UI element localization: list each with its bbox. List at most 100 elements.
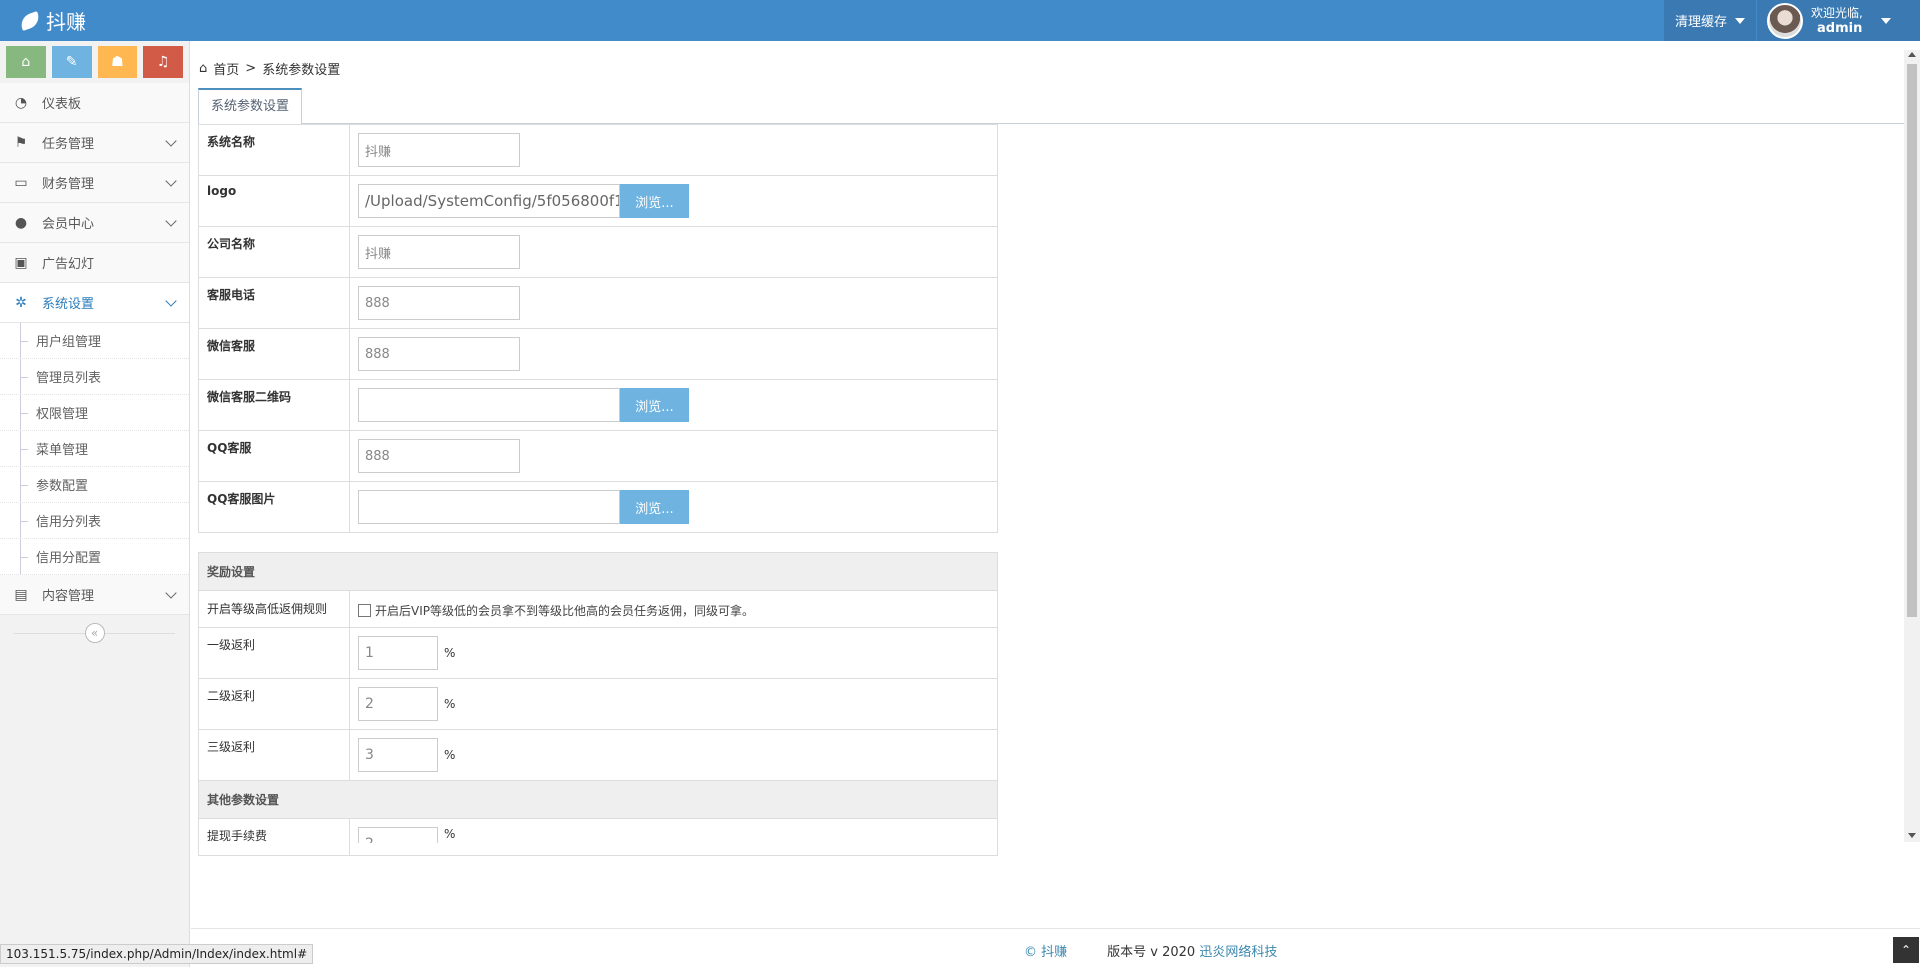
percent-unit: %: [444, 646, 456, 660]
double-chevron-up-icon: ⌃: [1900, 943, 1912, 957]
qq-service-input[interactable]: 888: [358, 439, 520, 473]
scroll-up-icon[interactable]: [1908, 52, 1916, 57]
footer-company-link[interactable]: 迅炎网络科技: [1199, 945, 1277, 960]
rebate-rule-checkbox[interactable]: [358, 604, 371, 617]
collapse-sidebar-button[interactable]: «: [84, 623, 105, 643]
form-row: QQ客服图片 浏览...: [198, 481, 998, 533]
shortcut-bell-button[interactable]: ♫: [143, 46, 183, 78]
double-chevron-left-icon: «: [90, 626, 99, 640]
withdraw-fee-input[interactable]: 2: [358, 827, 438, 843]
sidebar-collapse: «: [0, 615, 189, 651]
shortcut-users-button[interactable]: ☗: [97, 46, 138, 78]
sidebar-item-finance[interactable]: ▭ 财务管理: [0, 163, 189, 203]
user-icon: ●: [14, 214, 28, 231]
caret-down-icon: [1735, 17, 1745, 24]
welcome-text: 欢迎光临, admin: [1811, 6, 1863, 36]
form-row: 开启等级高低返佣规则 开启后VIP等级低的会员拿不到等级比他高的会员任务返佣，同…: [198, 590, 998, 628]
sidebar-item-dashboard[interactable]: ◔ 仪表板: [0, 83, 189, 123]
sidebar-item-system-settings[interactable]: ✲ 系统设置: [0, 283, 189, 323]
picture-icon: ▣: [14, 254, 28, 271]
home-icon: ⌂: [199, 61, 208, 76]
scrollbar-thumb[interactable]: [1907, 64, 1917, 617]
sidebar-subitem-user-groups[interactable]: 用户组管理: [0, 323, 189, 359]
sidebar-item-ads[interactable]: ▣ 广告幻灯: [0, 243, 189, 283]
book-icon: ▤: [14, 586, 28, 603]
sidebar-item-content[interactable]: ▤ 内容管理: [0, 575, 189, 615]
main-scrollbar[interactable]: [1904, 50, 1920, 842]
rebate-level3-input[interactable]: 3: [358, 738, 438, 772]
form-row: 三级返利 3 %: [198, 729, 998, 781]
clear-cache-button[interactable]: 清理缓存: [1664, 0, 1756, 41]
footer-copyright[interactable]: © 抖赚: [1024, 941, 1067, 960]
wechat-qrcode-browse-button[interactable]: 浏览...: [620, 388, 689, 422]
form-row: 微信客服二维码 浏览...: [198, 379, 998, 431]
field-label: 一级返利: [198, 627, 350, 679]
sidebar-item-label: 仪表板: [42, 97, 82, 112]
main-content: ⌂ 首页 > 系统参数设置 系统参数设置 系统名称 抖赚 logo /Uploa…: [191, 41, 1904, 926]
inbox-icon: ▭: [14, 174, 28, 191]
brand-logo[interactable]: 抖赚: [18, 6, 86, 35]
rebate-level1-input[interactable]: 1: [358, 636, 438, 670]
chevron-down-icon: [165, 587, 177, 599]
section-header: 其他参数设置: [198, 780, 998, 819]
sidebar-subitem-label: 用户组管理: [36, 335, 102, 350]
wechat-qrcode-input[interactable]: [358, 388, 620, 422]
settings-form: 系统名称 抖赚 logo /Upload/SystemConfig/5f0568…: [198, 124, 998, 856]
caret-down-icon: [1880, 17, 1891, 24]
username: admin: [1817, 20, 1863, 36]
logo-path-input[interactable]: /Upload/SystemConfig/5f056800f18f4: [358, 184, 620, 218]
rebate-level2-input[interactable]: 2: [358, 687, 438, 721]
sidebar-subitem-label: 菜单管理: [36, 443, 89, 458]
percent-unit: %: [444, 827, 456, 841]
status-bar-url: 103.151.5.75/index.php/Admin/Index/index…: [0, 944, 314, 964]
avatar: [1767, 2, 1803, 39]
sidebar-subitem-admin-list[interactable]: 管理员列表: [0, 359, 189, 395]
form-row: 公司名称 抖赚: [198, 226, 998, 278]
cog-icon: ✲: [15, 294, 27, 311]
other-section-title: 其他参数设置: [198, 780, 998, 819]
sidebar-item-label: 会员中心: [42, 217, 95, 232]
breadcrumb: ⌂ 首页 > 系统参数设置: [199, 59, 340, 78]
flag-icon: ⚑: [14, 134, 28, 151]
percent-unit: %: [444, 697, 456, 711]
footer-version: 版本号 v 2020: [1107, 945, 1196, 960]
field-label: QQ客服图片: [198, 481, 350, 533]
qq-image-browse-button[interactable]: 浏览...: [620, 490, 689, 524]
sidebar-subitem-credit-list[interactable]: 信用分列表: [0, 503, 189, 539]
field-label: 微信客服: [198, 328, 350, 380]
sidebar-shortcuts: ⌂ ✎ ☗ ♫: [0, 41, 189, 83]
user-menu[interactable]: 欢迎光临, admin: [1757, 0, 1920, 41]
company-name-input[interactable]: 抖赚: [358, 235, 520, 269]
form-row: 提现手续费 2 %: [198, 818, 998, 856]
qq-image-input[interactable]: [358, 490, 620, 524]
spacer-row: [199, 533, 998, 553]
sidebar-subitem-permissions[interactable]: 权限管理: [0, 395, 189, 431]
back-to-top-button[interactable]: ⌃: [1893, 937, 1919, 963]
logo-browse-button[interactable]: 浏览...: [620, 184, 689, 218]
sidebar-item-label: 系统设置: [42, 297, 95, 312]
sidebar-subitem-label: 信用分列表: [36, 515, 102, 530]
shortcut-home-button[interactable]: ⌂: [6, 46, 46, 78]
service-phone-input[interactable]: 888: [358, 286, 520, 320]
sidebar-item-tasks[interactable]: ⚑ 任务管理: [0, 123, 189, 163]
chevron-down-icon: [165, 295, 177, 307]
chevron-down-icon: [165, 175, 177, 187]
sidebar-item-label: 任务管理: [42, 137, 95, 152]
sidebar-item-members[interactable]: ● 会员中心: [0, 203, 189, 243]
wechat-service-input[interactable]: 888: [358, 337, 520, 371]
sidebar-subitem-menus[interactable]: 菜单管理: [0, 431, 189, 467]
leaf-icon: [18, 10, 42, 31]
form-row: 二级返利 2 %: [198, 678, 998, 730]
tab-system-params[interactable]: 系统参数设置: [198, 88, 303, 125]
bell-icon: ♫: [156, 54, 170, 70]
system-name-input[interactable]: 抖赚: [358, 133, 520, 167]
field-label: 系统名称: [198, 124, 350, 176]
field-label: logo: [198, 175, 350, 227]
sidebar-subitem-params[interactable]: 参数配置: [0, 467, 189, 503]
sidebar-subitem-label: 参数配置: [36, 479, 89, 494]
shortcut-pencil-button[interactable]: ✎: [51, 46, 92, 78]
breadcrumb-home-link[interactable]: 首页: [213, 59, 239, 78]
sidebar-subitem-credit-config[interactable]: 信用分配置: [0, 539, 189, 575]
field-label: 客服电话: [198, 277, 350, 329]
scroll-down-icon[interactable]: [1908, 833, 1916, 838]
